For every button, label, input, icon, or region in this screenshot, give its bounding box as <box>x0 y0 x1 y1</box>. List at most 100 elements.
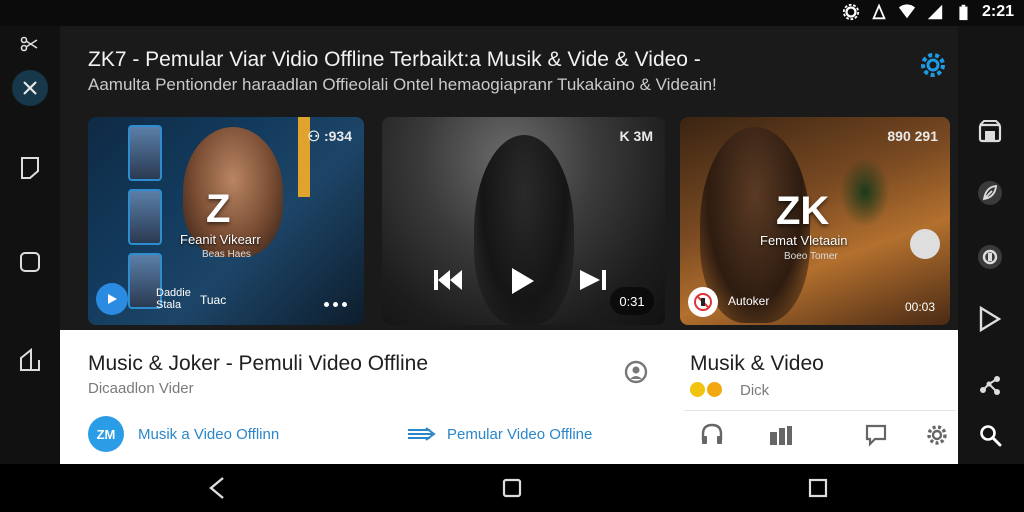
search-button[interactable] <box>975 420 1005 450</box>
close-button[interactable] <box>12 70 48 106</box>
channel-badge[interactable]: ZM <box>88 416 124 452</box>
scissors-button[interactable] <box>12 26 48 62</box>
home-button[interactable] <box>12 342 48 378</box>
back-button[interactable] <box>205 476 229 500</box>
card-meta: 890 291 <box>887 128 938 144</box>
card-label: Autoker <box>728 294 770 308</box>
left-navigation-rail <box>0 26 60 464</box>
store-icon <box>978 120 1002 143</box>
offline-video-link[interactable]: Musik a Video Offlinn <box>138 426 279 443</box>
play-icon <box>108 294 117 304</box>
panel-title: Musik & Video <box>690 352 824 375</box>
forward-arrow-icon <box>406 426 438 442</box>
emoji-icons <box>690 382 722 397</box>
duration-badge: 0:31 <box>610 287 654 315</box>
brand-subcaption: Boeo Tomer <box>784 251 838 262</box>
brand-logo: Z <box>206 187 231 231</box>
skip-previous-icon <box>434 270 462 290</box>
play-button[interactable] <box>506 265 538 297</box>
search-icon <box>980 425 1002 447</box>
card-label: Daddie Stala <box>156 287 191 311</box>
more-options-button[interactable] <box>324 302 347 307</box>
panel-settings-button[interactable] <box>926 424 948 451</box>
play-icon <box>512 268 534 294</box>
app-header: ZK7 - Pemular Viar Vidio Offline Terbaik… <box>60 26 998 114</box>
status-time: 2:21 <box>981 3 1014 20</box>
battery-icon <box>959 4 968 21</box>
right-tool-rail <box>958 26 1024 464</box>
duration-label: 00:03 <box>905 300 936 314</box>
wifi-icon <box>898 4 916 19</box>
gear-icon <box>927 425 947 445</box>
app-screen: 2:21 ZK7 - Pemular Viar Vidio Offline Te… <box>0 0 1024 512</box>
signal-icon <box>927 4 943 20</box>
card-meta: ⚇ :934 <box>307 128 352 144</box>
record-toggle[interactable] <box>910 229 940 259</box>
square-icon <box>20 252 40 272</box>
record-icon <box>978 245 1002 269</box>
brand-logo: ZK <box>776 189 830 233</box>
home-icon <box>502 478 522 498</box>
page-subtitle: Aamulta Pentionder haraadlan Offieolali … <box>88 75 717 94</box>
skip-next-icon <box>580 270 606 290</box>
previous-button[interactable] <box>430 265 466 295</box>
home-nav-button[interactable] <box>500 476 524 500</box>
back-icon <box>209 477 224 499</box>
palm-tree-decoration <box>840 157 890 227</box>
card-caption: Tuac <box>200 293 227 307</box>
comment-icon <box>865 424 887 447</box>
video-player-link[interactable]: Pemular Video Offline <box>447 426 592 443</box>
play-store-icon <box>979 306 1002 332</box>
library-icon <box>770 426 792 445</box>
recents-icon <box>808 478 828 498</box>
close-icon <box>23 81 37 95</box>
scissors-icon <box>20 36 38 52</box>
recents-button[interactable] <box>806 476 830 500</box>
thumbnail[interactable] <box>128 125 162 181</box>
record-button[interactable] <box>975 242 1005 272</box>
headphones-icon <box>701 423 723 444</box>
library-button[interactable] <box>768 424 794 451</box>
music-video-panel: Musik & Video Dick <box>660 330 958 464</box>
play-button[interactable] <box>96 283 128 315</box>
thumbnail[interactable] <box>128 189 162 245</box>
bookmark-button[interactable] <box>12 150 48 186</box>
video-card[interactable]: K 3M 0:31 <box>382 117 665 325</box>
card-meta: K 3M <box>619 128 653 144</box>
comment-button[interactable] <box>864 423 888 452</box>
store-button[interactable] <box>975 116 1005 146</box>
next-button[interactable] <box>576 265 612 295</box>
status-icons: 2:21 <box>842 3 1014 21</box>
bookmark-icon <box>21 157 39 179</box>
video-card[interactable]: 890 291 ZK Femat Vletaain Boeo Tomer Aut… <box>680 117 950 325</box>
square-button[interactable] <box>12 244 48 280</box>
panel-subtitle: Dick <box>740 382 770 399</box>
video-carousel: ⚇ :934 Z Feanit Vikearr Beas Haes Daddie… <box>60 114 958 330</box>
brand-caption: Femat Vletaain <box>760 233 848 248</box>
divider <box>684 410 956 411</box>
brand-subcaption: Beas Haes <box>202 249 251 260</box>
headphones-button[interactable] <box>700 422 724 451</box>
brand-caption: Feanit Vikearr <box>180 232 261 247</box>
page-title: ZK7 - Pemular Viar Vidio Offline Terbaik… <box>88 48 701 71</box>
now-playing-panel: Music & Joker - Pemuli Video Offline Dic… <box>60 330 660 464</box>
settings-button[interactable] <box>918 50 948 80</box>
play-store-button[interactable] <box>975 304 1005 334</box>
panel-subtitle: Dicaadlon Vider <box>88 380 194 397</box>
status-bar: 2:21 <box>0 0 1024 26</box>
mute-button[interactable] <box>688 287 718 317</box>
leaf-button[interactable] <box>975 178 1005 208</box>
settings-status-icon <box>842 3 860 21</box>
share-icon <box>980 376 1000 395</box>
home-icon <box>20 348 40 371</box>
share-button[interactable] <box>975 370 1005 400</box>
profile-button[interactable] <box>622 358 650 386</box>
gear-icon <box>921 53 945 77</box>
video-card[interactable]: ⚇ :934 Z Feanit Vikearr Beas Haes Daddie… <box>88 117 364 325</box>
mute-icon <box>694 293 712 311</box>
leaf-icon <box>978 181 1002 205</box>
system-navigation-bar <box>0 464 1024 512</box>
notification-status-icon <box>872 3 886 20</box>
user-icon <box>624 360 648 384</box>
panel-title: Music & Joker - Pemuli Video Offline <box>88 352 429 375</box>
